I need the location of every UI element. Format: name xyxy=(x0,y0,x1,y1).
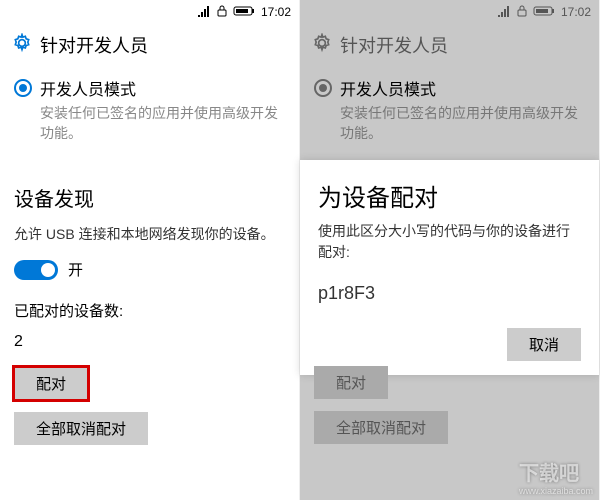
discovery-desc: 允许 USB 连接和本地网络发现你的设备。 xyxy=(0,218,299,251)
dialog-title: 为设备配对 xyxy=(318,178,581,213)
watermark-url: www.xiazaiba.com xyxy=(519,486,593,496)
signal-icon xyxy=(197,5,211,20)
signal-icon xyxy=(497,5,511,20)
status-time: 17:02 xyxy=(261,5,291,19)
page-header: 针对开发人员 xyxy=(300,24,599,70)
devmode-desc: 安装任何已签名的应用并使用高级开发功能。 xyxy=(0,102,299,153)
screen-settings: 17:02 针对开发人员 开发人员模式 安装任何已签名的应用并使用高级开发功能。… xyxy=(0,0,300,500)
unpair-all-button[interactable]: 全部取消配对 xyxy=(14,412,148,445)
toggle-state-label: 开 xyxy=(68,259,83,280)
watermark-text: 下载吧 xyxy=(519,457,593,486)
devmode-label: 开发人员模式 xyxy=(40,76,136,100)
pairing-code: p1r8F3 xyxy=(318,283,581,304)
dialog-text: 使用此区分大小写的代码与你的设备进行配对: xyxy=(318,221,581,263)
devmode-desc: 安装任何已签名的应用并使用高级开发功能。 xyxy=(300,102,599,153)
pair-dialog: 为设备配对 使用此区分大小写的代码与你的设备进行配对: p1r8F3 取消 xyxy=(300,160,599,375)
radio-selected-icon xyxy=(314,79,332,97)
devmode-radio: 开发人员模式 xyxy=(300,70,599,102)
lock-icon xyxy=(217,5,227,20)
gear-icon xyxy=(12,33,32,58)
battery-icon xyxy=(233,5,255,20)
paired-count-value: 2 xyxy=(0,323,299,361)
pair-button: 配对 xyxy=(314,366,388,399)
status-time: 17:02 xyxy=(561,5,591,19)
page-title: 针对开发人员 xyxy=(40,32,148,58)
battery-icon xyxy=(533,5,555,20)
devmode-label: 开发人员模式 xyxy=(340,76,436,100)
status-bar: 17:02 xyxy=(0,0,299,24)
toggle-knob-icon xyxy=(41,263,55,277)
discovery-toggle[interactable] xyxy=(14,260,58,280)
cancel-button[interactable]: 取消 xyxy=(507,328,581,361)
discovery-title: 设备发现 xyxy=(0,153,299,218)
screen-pair-dialog: 17:02 针对开发人员 开发人员模式 安装任何已签名的应用并使用高级开发功能。… xyxy=(300,0,600,500)
unpair-all-button: 全部取消配对 xyxy=(314,411,448,444)
pair-button[interactable]: 配对 xyxy=(14,367,88,400)
watermark: 下载吧 www.xiazaiba.com xyxy=(519,457,593,496)
status-bar: 17:02 xyxy=(300,0,599,24)
paired-count-label: 已配对的设备数: xyxy=(0,288,299,323)
radio-selected-icon xyxy=(14,79,32,97)
devmode-radio[interactable]: 开发人员模式 xyxy=(0,70,299,102)
gear-icon xyxy=(312,33,332,58)
page-title: 针对开发人员 xyxy=(340,32,448,58)
page-header: 针对开发人员 xyxy=(0,24,299,70)
lock-icon xyxy=(517,5,527,20)
